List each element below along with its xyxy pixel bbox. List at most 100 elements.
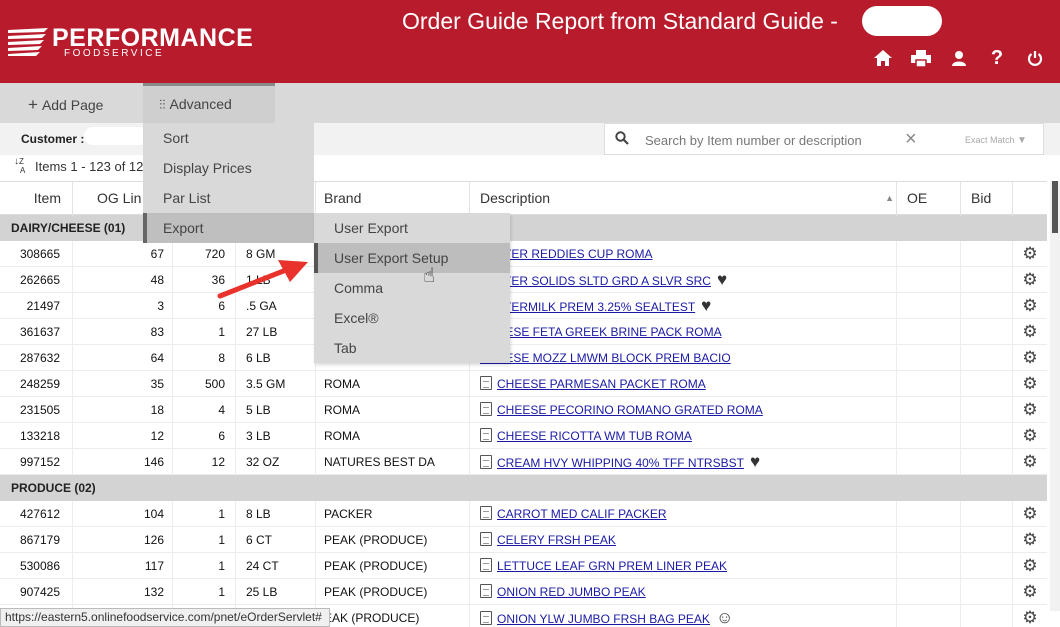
col-oe[interactable]: OE	[897, 182, 961, 216]
help-icon[interactable]: ?	[986, 48, 1008, 72]
advanced-menu-button[interactable]: ⫶⫶ Advanced	[143, 83, 275, 123]
pdf-icon[interactable]	[480, 376, 492, 390]
bid-cell	[961, 371, 1013, 397]
gear-icon[interactable]: ⚙	[1013, 553, 1047, 579]
home-icon[interactable]	[872, 50, 894, 72]
menu-item-par-list[interactable]: Par List	[143, 183, 314, 213]
power-icon[interactable]	[1024, 50, 1046, 72]
chevron-down-icon: ▼	[1017, 135, 1027, 146]
table-row: 308665 67 720 8 GM BUTTER REDDIES CUP ROMA ⚙	[0, 241, 1047, 267]
gear-icon[interactable]: ⚙	[1013, 345, 1047, 371]
description-link[interactable]: CELERY FRSH PEAK	[497, 533, 616, 547]
hand-cursor-icon: ☝	[423, 265, 436, 287]
bid-cell	[961, 501, 1013, 527]
gear-icon[interactable]: ⚙	[1013, 241, 1047, 267]
pdf-icon[interactable]	[480, 402, 492, 416]
description-link[interactable]: CHEESE RICOTTA WM TUB ROMA	[497, 429, 692, 443]
description-link[interactable]: CHEESE FETA GREEK BRINE PACK ROMA	[480, 325, 722, 339]
description-cell: CHEESE PECORINO ROMANO GRATED ROMA	[470, 397, 897, 423]
gear-icon[interactable]: ⚙	[1013, 423, 1047, 449]
pdf-icon[interactable]	[480, 558, 492, 572]
gear-icon[interactable]: ⚙	[1013, 371, 1047, 397]
col-bid[interactable]: Bid	[961, 182, 1013, 216]
gear-icon[interactable]: ⚙	[1013, 319, 1047, 345]
brand: PEAK (PRODUCE)	[316, 579, 470, 605]
menu-item-export[interactable]: Export	[143, 213, 314, 243]
performance-logo[interactable]: PERFORMANCE FOODSERVICE	[8, 24, 253, 60]
col-item[interactable]: Item	[0, 182, 73, 216]
description-link[interactable]: LETTUCE LEAF GRN PREM LINER PEAK	[497, 559, 727, 573]
menu-item-comma[interactable]: Comma	[314, 273, 510, 303]
menu-item-sort[interactable]: Sort	[143, 123, 314, 153]
og-line: 18	[73, 397, 173, 423]
clear-search-icon[interactable]: ×	[905, 128, 917, 151]
og-line: 132	[73, 579, 173, 605]
bid-cell	[961, 241, 1013, 267]
pdf-icon[interactable]	[480, 611, 492, 625]
exact-match-dropdown[interactable]: Exact Match ▼	[965, 135, 1027, 146]
description-link[interactable]: CHEESE MOZZ LMWM BLOCK PREM BACIO	[480, 351, 731, 365]
pdf-icon[interactable]	[480, 506, 492, 520]
description-link[interactable]: BUTTER SOLIDS SLTD GRD A SLVR SRC	[480, 274, 711, 288]
oe-cell	[897, 241, 961, 267]
status-bar-url: https://eastern5.onlinefoodservice.com/p…	[0, 608, 330, 627]
menu-item-excel[interactable]: Excel®	[314, 303, 510, 333]
item-number: 21497	[0, 293, 73, 319]
bid-cell	[961, 423, 1013, 449]
search-icon[interactable]	[615, 131, 629, 148]
menu-item-user-export[interactable]: User Export	[314, 213, 510, 243]
sort-az-icon[interactable]: ↓Z A	[14, 157, 25, 176]
col-brand[interactable]: Brand	[316, 182, 470, 216]
pdf-icon[interactable]	[480, 584, 492, 598]
description-link[interactable]: ONION RED JUMBO PEAK	[497, 585, 646, 599]
menu-item-tab[interactable]: Tab	[314, 333, 510, 363]
col-description[interactable]: Description ▲	[470, 182, 897, 216]
table-row: 530086 117 1 24 CT PEAK (PRODUCE) LETTUCE LEA…	[0, 553, 1047, 579]
pdf-icon[interactable]	[480, 428, 492, 442]
brand: NATURES BEST DA	[316, 449, 470, 475]
brand: ROMA	[316, 397, 470, 423]
gear-icon[interactable]: ⚙	[1013, 501, 1047, 527]
table-row: 997152 146 12 32 OZ NATURES BEST DA CREAM HVY…	[0, 449, 1047, 475]
gear-icon[interactable]: ⚙	[1013, 397, 1047, 423]
item-number: 133218	[0, 423, 73, 449]
gear-icon[interactable]: ⚙	[1013, 293, 1047, 319]
og-line: 83	[73, 319, 173, 345]
description-link[interactable]: BUTTERMILK PREM 3.25% SEALTEST	[480, 300, 695, 314]
gear-icon[interactable]: ⚙	[1013, 579, 1047, 605]
description-link[interactable]: CARROT MED CALIF PACKER	[497, 507, 667, 521]
heart-icon[interactable]: ♥	[717, 270, 727, 289]
gear-icon[interactable]: ⚙	[1013, 527, 1047, 553]
gear-icon[interactable]: ⚙	[1013, 605, 1047, 627]
size: 25 LB	[236, 579, 316, 605]
brand: PACKER	[316, 501, 470, 527]
search-input[interactable]	[645, 129, 895, 151]
description-link[interactable]: CHEESE PECORINO ROMANO GRATED ROMA	[497, 403, 763, 417]
user-icon[interactable]	[948, 50, 970, 72]
menu-item-user-export-setup[interactable]: User Export Setup	[314, 243, 510, 273]
pdf-icon[interactable]	[480, 455, 492, 469]
scrollbar-thumb[interactable]	[1052, 181, 1058, 233]
printer-icon[interactable]	[910, 50, 932, 72]
pack: 8	[173, 345, 236, 371]
description-link[interactable]: ONION YLW JUMBO FRSH BAG PEAK	[497, 612, 710, 626]
og-line: 126	[73, 527, 173, 553]
add-page-button[interactable]: + Add Page	[28, 95, 103, 115]
description-cell: CHEESE FETA GREEK BRINE PACK ROMA	[470, 319, 897, 345]
og-line: 3	[73, 293, 173, 319]
description-link[interactable]: CREAM HVY WHIPPING 40% TFF NTRSBST	[497, 456, 744, 470]
bid-cell	[961, 293, 1013, 319]
heart-icon[interactable]: ♥	[750, 452, 760, 471]
menu-item-display-prices[interactable]: Display Prices	[143, 153, 314, 183]
description-link[interactable]: CHEESE PARMESAN PACKET ROMA	[497, 377, 706, 391]
scrollbar-track[interactable]	[1050, 181, 1060, 611]
gear-icon[interactable]: ⚙	[1013, 449, 1047, 475]
og-line: 117	[73, 553, 173, 579]
plus-icon: +	[28, 95, 38, 114]
heart-icon[interactable]: ♥	[701, 296, 711, 315]
smile-icon[interactable]: ☺	[716, 608, 733, 627]
gear-icon[interactable]: ⚙	[1013, 267, 1047, 293]
pdf-icon[interactable]	[480, 532, 492, 546]
pack: 1	[173, 501, 236, 527]
search-box: × Exact Match ▼	[604, 123, 1044, 155]
